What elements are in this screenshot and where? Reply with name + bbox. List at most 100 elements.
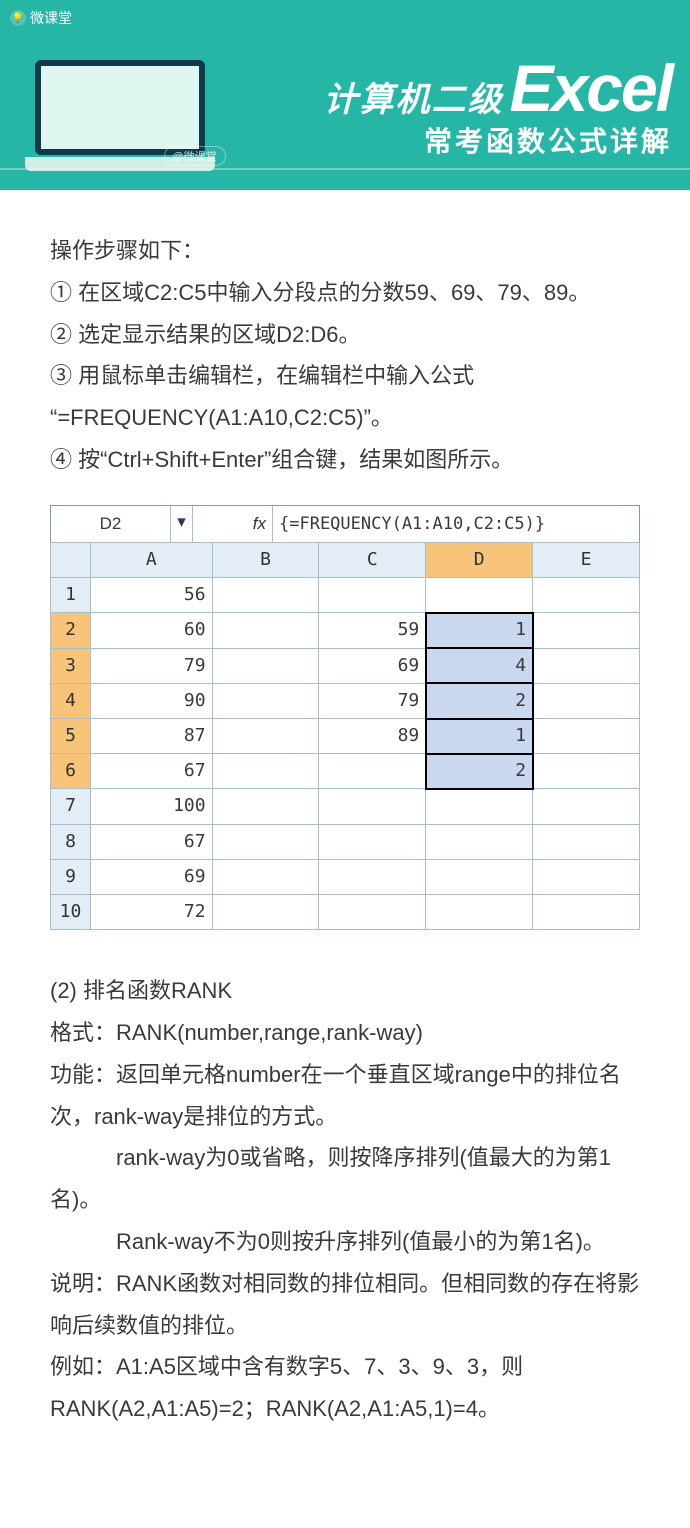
cell[interactable] bbox=[319, 824, 426, 859]
col-header[interactable]: D bbox=[426, 543, 533, 578]
table-row: 667 2 bbox=[51, 754, 640, 789]
bulb-icon: 💡 bbox=[10, 10, 26, 26]
cell[interactable] bbox=[319, 754, 426, 789]
col-header[interactable]: B bbox=[212, 543, 319, 578]
cell[interactable] bbox=[426, 824, 533, 859]
table-row: 379 694 bbox=[51, 648, 640, 683]
row-header[interactable]: 3 bbox=[51, 648, 91, 683]
cell[interactable] bbox=[533, 578, 640, 613]
cell[interactable] bbox=[426, 894, 533, 929]
cell[interactable]: 72 bbox=[91, 894, 213, 929]
cell[interactable] bbox=[212, 789, 319, 824]
row-header[interactable]: 8 bbox=[51, 824, 91, 859]
name-box[interactable]: D2 bbox=[51, 506, 171, 542]
header-banner: 💡 微课堂 计算机二级 Excel 常考函数公式详解 @微课堂 bbox=[0, 0, 690, 190]
table-row: 156 bbox=[51, 578, 640, 613]
cell[interactable]: 79 bbox=[319, 683, 426, 718]
cell[interactable] bbox=[212, 683, 319, 718]
cell[interactable]: 60 bbox=[91, 613, 213, 648]
title-cn: 计算机二级 bbox=[324, 72, 504, 121]
cell[interactable]: 100 bbox=[91, 789, 213, 824]
cell[interactable]: 87 bbox=[91, 719, 213, 754]
cell[interactable] bbox=[212, 613, 319, 648]
row-header[interactable]: 9 bbox=[51, 859, 91, 894]
cell[interactable] bbox=[319, 789, 426, 824]
cell[interactable] bbox=[533, 824, 640, 859]
table-row: 587 891 bbox=[51, 719, 640, 754]
table-row: 260 591 bbox=[51, 613, 640, 648]
cell[interactable]: 1 bbox=[426, 613, 533, 648]
cell[interactable] bbox=[212, 824, 319, 859]
formula-bar: D2 ▾ fx {=FREQUENCY(A1:A10,C2:C5)} bbox=[50, 505, 640, 542]
cell[interactable] bbox=[212, 578, 319, 613]
spreadsheet-grid[interactable]: ABCDE 1562605913796944907925878916672710… bbox=[50, 542, 640, 930]
cell[interactable] bbox=[533, 648, 640, 683]
excel-screenshot: D2 ▾ fx {=FREQUENCY(A1:A10,C2:C5)} ABCDE… bbox=[50, 505, 640, 930]
step-1: ① 在区域C2:C5中输入分段点的分数59、69、79、89。 bbox=[50, 272, 640, 314]
cell[interactable]: 89 bbox=[319, 719, 426, 754]
row-header[interactable]: 2 bbox=[51, 613, 91, 648]
row-header[interactable]: 7 bbox=[51, 789, 91, 824]
cell[interactable] bbox=[426, 578, 533, 613]
col-header[interactable] bbox=[51, 543, 91, 578]
cell[interactable]: 56 bbox=[91, 578, 213, 613]
col-header[interactable]: C bbox=[319, 543, 426, 578]
rank-title: (2) 排名函数RANK bbox=[50, 970, 640, 1012]
rank-format: 格式：RANK(number,range,rank-way) bbox=[50, 1012, 640, 1054]
fx-label[interactable]: fx bbox=[193, 506, 273, 542]
formula-text[interactable]: {=FREQUENCY(A1:A10,C2:C5)} bbox=[273, 506, 639, 542]
table-row: 490 792 bbox=[51, 683, 640, 718]
table-row: 867 bbox=[51, 824, 640, 859]
row-header[interactable]: 4 bbox=[51, 683, 91, 718]
rank-way0: rank-way为0或省略，则按降序排列(值最大的为第1名)。 bbox=[50, 1137, 640, 1221]
cell[interactable]: 69 bbox=[91, 859, 213, 894]
cell[interactable]: 59 bbox=[319, 613, 426, 648]
row-header[interactable]: 10 bbox=[51, 894, 91, 929]
cell[interactable] bbox=[319, 578, 426, 613]
cell[interactable] bbox=[212, 859, 319, 894]
article-body: 操作步骤如下： ① 在区域C2:C5中输入分段点的分数59、69、79、89。 … bbox=[0, 190, 690, 1480]
table-row: 7100 bbox=[51, 789, 640, 824]
cell[interactable] bbox=[533, 789, 640, 824]
step-3a: ③ 用鼠标单击编辑栏，在编辑栏中输入公式 bbox=[50, 355, 640, 397]
namebox-dropdown-icon[interactable]: ▾ bbox=[171, 506, 193, 542]
rank-func: 功能：返回单元格number在一个垂直区域range中的排位名次，rank-wa… bbox=[50, 1054, 640, 1138]
cell[interactable]: 2 bbox=[426, 683, 533, 718]
table-row: 969 bbox=[51, 859, 640, 894]
cell[interactable] bbox=[533, 613, 640, 648]
cell[interactable] bbox=[319, 894, 426, 929]
cell[interactable] bbox=[212, 648, 319, 683]
cell[interactable] bbox=[426, 789, 533, 824]
cell[interactable] bbox=[533, 859, 640, 894]
rank-note: 说明：RANK函数对相同数的排位相同。但相同数的存在将影响后续数值的排位。 bbox=[50, 1263, 640, 1347]
cell[interactable] bbox=[212, 754, 319, 789]
cell[interactable]: 69 bbox=[319, 648, 426, 683]
rank-example: 例如：A1:A5区域中含有数字5、7、3、9、3，则RANK(A2,A1:A5)… bbox=[50, 1346, 640, 1430]
cell[interactable] bbox=[212, 894, 319, 929]
step-3b: “=FREQUENCY(A1:A10,C2:C5)”。 bbox=[50, 397, 640, 439]
cell[interactable]: 4 bbox=[426, 648, 533, 683]
col-header[interactable]: E bbox=[533, 543, 640, 578]
cell[interactable]: 90 bbox=[91, 683, 213, 718]
cell[interactable] bbox=[212, 719, 319, 754]
cell[interactable]: 1 bbox=[426, 719, 533, 754]
cell[interactable]: 67 bbox=[91, 824, 213, 859]
cell[interactable]: 79 bbox=[91, 648, 213, 683]
row-header[interactable]: 5 bbox=[51, 719, 91, 754]
steps-heading: 操作步骤如下： bbox=[50, 230, 640, 272]
account-handle: @微课堂 bbox=[164, 146, 226, 166]
cell[interactable] bbox=[533, 683, 640, 718]
cell[interactable] bbox=[319, 859, 426, 894]
row-header[interactable]: 1 bbox=[51, 578, 91, 613]
cell[interactable]: 2 bbox=[426, 754, 533, 789]
cell[interactable] bbox=[533, 719, 640, 754]
col-header[interactable]: A bbox=[91, 543, 213, 578]
cell[interactable] bbox=[533, 894, 640, 929]
step-4: ④ 按“Ctrl+Shift+Enter”组合键，结果如图所示。 bbox=[50, 439, 640, 481]
title-excel: Excel bbox=[510, 50, 672, 126]
cell[interactable] bbox=[533, 754, 640, 789]
cell[interactable] bbox=[426, 859, 533, 894]
table-row: 1072 bbox=[51, 894, 640, 929]
cell[interactable]: 67 bbox=[91, 754, 213, 789]
row-header[interactable]: 6 bbox=[51, 754, 91, 789]
